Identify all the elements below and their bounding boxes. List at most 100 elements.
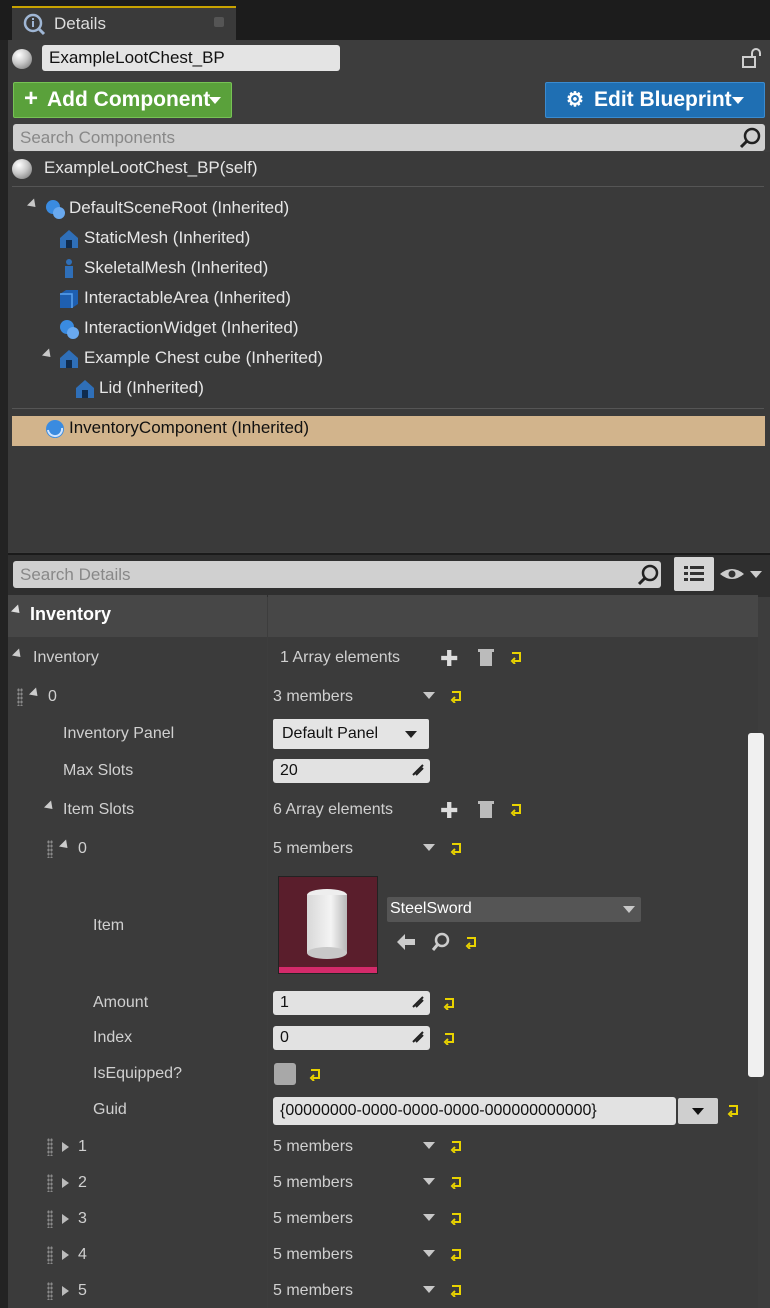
component-item[interactable]: SkeletalMesh (Inherited) [84, 258, 268, 278]
chevron-down-icon[interactable] [423, 692, 435, 699]
reset-to-default-icon[interactable] [449, 689, 463, 703]
chevron-down-icon[interactable] [423, 844, 435, 851]
reset-to-default-icon[interactable] [308, 1067, 322, 1081]
item-thumbnail-icon [279, 889, 377, 973]
gears-icon: ⚙ [566, 89, 584, 111]
max-slots-label: Max Slots [63, 762, 134, 779]
reset-to-default-icon[interactable] [509, 650, 523, 664]
drag-handle-icon[interactable] [47, 1138, 53, 1156]
component-item[interactable]: InteractionWidget (Inherited) [84, 318, 299, 338]
skeletal-mesh-icon [58, 258, 78, 278]
reset-to-default-icon[interactable] [449, 1247, 463, 1261]
chevron-down-icon [209, 97, 221, 104]
reset-to-default-icon[interactable] [449, 1211, 463, 1225]
drag-handle-icon[interactable] [17, 688, 23, 706]
actor-name-field[interactable]: ExampleLootChest_BP [42, 45, 340, 71]
chevron-down-icon[interactable] [423, 1214, 435, 1221]
drag-value-icon[interactable] [412, 996, 424, 1008]
chevron-down-icon[interactable] [423, 1178, 435, 1185]
component-item[interactable]: InventoryComponent (Inherited) [69, 418, 309, 438]
component-item[interactable]: Lid (Inherited) [99, 378, 204, 398]
search-icon[interactable] [636, 563, 662, 587]
component-self[interactable]: ExampleLootChest_BP(self) [44, 158, 258, 178]
guid-label: Guid [93, 1101, 127, 1118]
item-thumbnail[interactable] [278, 876, 378, 974]
expand-arrow-icon[interactable] [62, 1214, 69, 1224]
component-item[interactable]: StaticMesh (Inherited) [84, 228, 250, 248]
chevron-down-icon [732, 97, 744, 104]
guid-input[interactable]: {00000000-0000-0000-0000-000000000000} [273, 1097, 676, 1125]
widget-icon [58, 318, 79, 339]
item-asset-picker[interactable]: SteelSword [387, 897, 641, 922]
reset-to-default-icon[interactable] [449, 1175, 463, 1189]
component-item[interactable]: DefaultSceneRoot (Inherited) [69, 198, 289, 218]
drag-handle-icon[interactable] [47, 840, 53, 858]
drag-value-icon[interactable] [412, 764, 424, 776]
drag-handle-icon[interactable] [47, 1174, 53, 1192]
expand-arrow-icon[interactable] [62, 1286, 69, 1296]
lock-icon[interactable] [740, 47, 762, 69]
add-element-icon[interactable]: ✚ [440, 798, 458, 824]
amount-input[interactable]: 1 [273, 991, 430, 1015]
search-icon[interactable] [738, 126, 764, 150]
add-component-button[interactable]: + Add Component [13, 82, 232, 118]
expand-arrow-icon[interactable] [62, 1250, 69, 1260]
static-mesh-icon [74, 378, 94, 398]
details-icon [23, 13, 46, 36]
inventory-panel-value: Default Panel [282, 725, 379, 742]
reset-to-default-icon[interactable] [442, 996, 456, 1010]
edit-blueprint-button[interactable]: ⚙ Edit Blueprint [545, 82, 765, 118]
chevron-down-icon[interactable] [423, 1250, 435, 1257]
item-slots-label: Item Slots [63, 801, 135, 818]
view-options-eye-icon[interactable] [718, 565, 766, 583]
guid-options-button[interactable] [678, 1098, 718, 1124]
item-label: Item [93, 917, 125, 934]
grid-list-icon [684, 566, 704, 581]
divider [12, 186, 764, 187]
drag-handle-icon[interactable] [47, 1282, 53, 1300]
reset-to-default-icon[interactable] [726, 1103, 740, 1117]
array-element-label: 2 [78, 1174, 87, 1191]
component-item[interactable]: Example Chest cube (Inherited) [84, 348, 323, 368]
add-element-icon[interactable]: ✚ [440, 646, 458, 672]
index-value: 0 [280, 1029, 289, 1046]
reset-to-default-icon[interactable] [449, 1139, 463, 1153]
is-equipped-checkbox[interactable] [274, 1063, 296, 1085]
property-matrix-button[interactable] [674, 557, 714, 591]
actor-sphere-icon [12, 159, 32, 179]
max-slots-input[interactable]: 20 [273, 759, 430, 783]
reset-to-default-icon[interactable] [464, 935, 478, 949]
reset-to-default-icon[interactable] [509, 802, 523, 816]
chevron-down-icon [692, 1108, 704, 1115]
index-input[interactable]: 0 [273, 1026, 430, 1050]
chevron-down-icon[interactable] [423, 1142, 435, 1149]
scrollbar[interactable] [748, 733, 764, 1077]
reset-to-default-icon[interactable] [442, 1031, 456, 1045]
trash-icon[interactable] [476, 647, 496, 667]
reset-to-default-icon[interactable] [449, 1283, 463, 1297]
drag-handle-icon[interactable] [47, 1210, 53, 1228]
chevron-down-icon [405, 731, 417, 738]
array-element-value: 5 members [273, 1282, 354, 1299]
inventory-panel-label: Inventory Panel [63, 725, 175, 742]
tab-details[interactable]: Details [12, 6, 236, 40]
static-mesh-icon [58, 228, 78, 248]
max-slots-value: 20 [280, 762, 298, 779]
component-item[interactable]: InteractableArea (Inherited) [84, 288, 291, 308]
search-details-input[interactable]: Search Details [13, 561, 661, 588]
expand-arrow-icon[interactable] [62, 1178, 69, 1188]
drag-value-icon[interactable] [412, 1031, 424, 1043]
trash-icon[interactable] [476, 799, 496, 819]
search-components-input[interactable]: Search Components [13, 124, 765, 151]
close-tab-icon[interactable] [214, 17, 224, 27]
reset-to-default-icon[interactable] [449, 841, 463, 855]
inventory-panel-dropdown[interactable]: Default Panel [273, 719, 429, 749]
array-element-value: 5 members [273, 1246, 354, 1263]
chevron-down-icon[interactable] [423, 1286, 435, 1293]
drag-handle-icon[interactable] [47, 1246, 53, 1264]
array-element-value: 5 members [273, 840, 354, 857]
use-selected-arrow-icon[interactable] [395, 932, 417, 952]
expand-arrow-icon[interactable] [62, 1142, 69, 1152]
browse-search-icon[interactable] [430, 932, 452, 952]
array-element-label: 0 [48, 688, 57, 705]
